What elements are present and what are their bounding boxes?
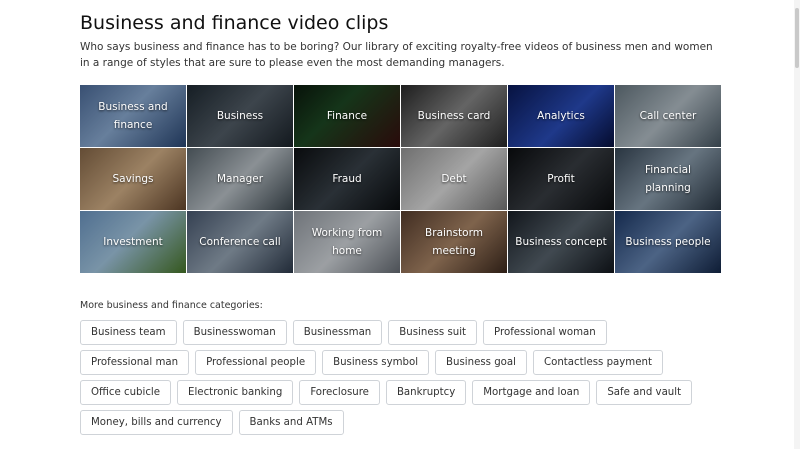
tile-label: Call center <box>639 110 697 122</box>
category-chip[interactable]: Money, bills and currency <box>80 410 233 435</box>
category-tile[interactable]: Business concept <box>508 211 614 273</box>
tile-label: Business and finance <box>98 101 168 131</box>
category-chip[interactable]: Contactless payment <box>532 350 663 375</box>
more-categories-label: More business and finance categories: <box>80 300 263 311</box>
intro-text: Who says business and finance has to be … <box>80 41 713 69</box>
category-chip[interactable]: Professional people <box>195 350 317 375</box>
tile-label: Savings <box>112 173 154 185</box>
tile-label: Brainstorm meeting <box>425 227 483 257</box>
category-chip[interactable]: Mortgage and loan <box>472 380 591 405</box>
category-chip[interactable]: Office cubicle <box>80 380 172 405</box>
category-chip[interactable]: Bankruptcy <box>385 380 467 405</box>
category-chip[interactable]: Foreclosure <box>299 380 380 405</box>
category-chip-list: Business team Businesswoman Businessman Bus… <box>80 320 720 435</box>
category-chip[interactable]: Professional woman <box>483 320 607 345</box>
category-chip[interactable]: Banks and ATMs <box>238 410 344 435</box>
tile-label: Manager <box>216 173 264 185</box>
tile-label: Analytics <box>537 110 585 122</box>
tile-label: Conference call <box>199 236 281 248</box>
tile-label: Debt <box>441 173 467 185</box>
category-chip[interactable]: Businessman <box>292 320 383 345</box>
category-tile[interactable]: Business and finance <box>80 85 186 147</box>
category-tile[interactable]: Analytics <box>508 85 614 147</box>
category-tile[interactable]: Profit <box>508 148 614 210</box>
page-title: Business and finance video clips <box>80 12 389 34</box>
category-chip[interactable]: Electronic banking <box>177 380 294 405</box>
category-tile[interactable]: Call center <box>615 85 721 147</box>
category-tile-grid: Business and finance Business Finance Busin… <box>80 85 721 276</box>
scrollbar-thumb[interactable] <box>795 8 799 68</box>
tile-label: Investment <box>103 236 163 248</box>
tile-label: Finance <box>326 110 368 122</box>
category-chip[interactable]: Safe and vault <box>596 380 693 405</box>
category-chip[interactable]: Business team <box>80 320 177 345</box>
category-tile[interactable]: Investment <box>80 211 186 273</box>
category-tile[interactable]: Fraud <box>294 148 400 210</box>
category-tile[interactable]: Manager <box>187 148 293 210</box>
category-chip[interactable]: Business suit <box>388 320 478 345</box>
category-tile[interactable]: Debt <box>401 148 507 210</box>
category-tile[interactable]: Working from home <box>294 211 400 273</box>
category-tile[interactable]: Business card <box>401 85 507 147</box>
category-tile[interactable]: Brainstorm meeting <box>401 211 507 273</box>
category-tile[interactable]: Finance <box>294 85 400 147</box>
tile-label: Business people <box>625 236 711 248</box>
category-tile[interactable]: Savings <box>80 148 186 210</box>
scrollbar[interactable] <box>794 0 800 449</box>
category-tile[interactable]: Conference call <box>187 211 293 273</box>
category-chip[interactable]: Business goal <box>435 350 527 375</box>
page-header: Business and finance video clips Who say… <box>80 10 720 71</box>
tile-label: Business card <box>417 110 491 122</box>
category-tile[interactable]: Business <box>187 85 293 147</box>
category-tile[interactable]: Financial planning <box>615 148 721 210</box>
category-tile[interactable]: Business people <box>615 211 721 273</box>
tile-label: Profit <box>547 173 575 185</box>
tile-label: Fraud <box>332 173 362 185</box>
tile-label: Financial planning <box>645 164 691 194</box>
tile-label: Business concept <box>515 236 607 248</box>
category-chip[interactable]: Businesswoman <box>182 320 287 345</box>
tile-label: Working from home <box>311 227 383 257</box>
tile-label: Business <box>216 110 264 122</box>
category-chip[interactable]: Professional man <box>80 350 190 375</box>
category-chip[interactable]: Business symbol <box>322 350 430 375</box>
